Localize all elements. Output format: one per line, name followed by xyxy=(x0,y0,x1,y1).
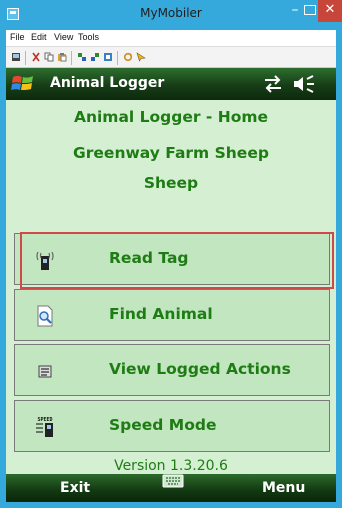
window-bottom-border xyxy=(0,502,342,508)
device-screen: Animal Logger Animal Logger - Home Green… xyxy=(6,68,336,502)
menu-view[interactable]: View xyxy=(54,32,73,42)
connectivity-icon[interactable] xyxy=(262,74,284,94)
version-label: Version 1.3.20.6 xyxy=(114,458,228,474)
window-titlebar[interactable]: MyMobiler – ✕ xyxy=(0,0,342,30)
copy-icon[interactable] xyxy=(44,52,54,62)
toolbar-separator xyxy=(71,51,72,65)
menu-edit[interactable]: Edit xyxy=(31,32,47,42)
log-list-icon xyxy=(38,365,52,378)
screen-icon[interactable] xyxy=(11,52,21,62)
menu-file[interactable]: File xyxy=(10,32,25,42)
view-logged-actions-button[interactable]: View Logged Actions xyxy=(14,344,330,396)
view-logged-actions-label: View Logged Actions xyxy=(109,360,291,378)
read-tag-label: Read Tag xyxy=(109,249,189,267)
menu-tools[interactable]: Tools xyxy=(78,32,99,42)
home-screen: Animal Logger - Home Greenway Farm Sheep… xyxy=(6,100,336,474)
toolbar xyxy=(6,46,336,68)
mymobiler-window: MyMobiler – ✕ File Edit View Tools Anima… xyxy=(0,0,342,508)
read-tag-button[interactable]: Read Tag xyxy=(14,233,330,285)
speed-mode-icon: SPEED xyxy=(36,417,53,437)
keyboard-icon[interactable] xyxy=(162,474,184,488)
toolbar-separator xyxy=(25,51,26,65)
menubar: File Edit View Tools xyxy=(6,30,336,46)
copy-to-device-icon[interactable] xyxy=(77,52,87,62)
speed-icon-text: SPEED xyxy=(37,417,52,423)
toolbar-separator xyxy=(117,51,118,65)
find-document-icon xyxy=(37,305,53,327)
clipboard-icon[interactable] xyxy=(103,52,113,62)
softkey-bar: Exit Menu xyxy=(6,474,336,502)
maximize-button[interactable] xyxy=(304,5,316,15)
find-animal-label: Find Animal xyxy=(109,305,213,323)
pointer-icon[interactable] xyxy=(136,52,146,62)
rfid-reader-icon xyxy=(36,251,54,270)
farm-name: Greenway Farm Sheep xyxy=(73,144,269,162)
speed-mode-label: Speed Mode xyxy=(109,416,217,434)
exit-softkey[interactable]: Exit xyxy=(60,480,90,496)
species-label: Sheep xyxy=(143,174,199,192)
app-title: Animal Logger xyxy=(50,75,165,91)
paste-icon[interactable] xyxy=(57,52,67,62)
page-title: Animal Logger - Home xyxy=(73,108,269,126)
minimize-button[interactable]: – xyxy=(284,3,306,21)
volume-icon[interactable] xyxy=(292,74,316,94)
app-title-bar: Animal Logger xyxy=(6,68,336,100)
close-button[interactable]: ✕ xyxy=(318,0,342,22)
cut-icon[interactable] xyxy=(31,52,41,62)
find-animal-button[interactable]: Find Animal xyxy=(14,289,330,341)
menu-softkey[interactable]: Menu xyxy=(262,480,305,496)
windows-start-icon[interactable] xyxy=(10,71,36,97)
speed-mode-button[interactable]: SPEED Speed Mode xyxy=(14,400,330,452)
copy-from-device-icon[interactable] xyxy=(90,52,100,62)
refresh-icon[interactable] xyxy=(123,52,133,62)
